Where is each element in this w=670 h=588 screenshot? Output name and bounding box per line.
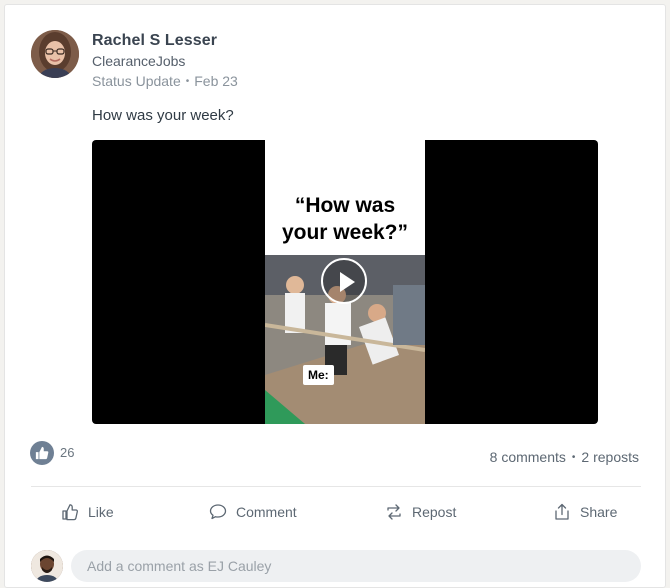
play-icon[interactable]	[321, 258, 367, 304]
video-caption: “How was your week?”	[265, 192, 425, 247]
share-button-label: Share	[580, 504, 618, 520]
share-button[interactable]: Share	[553, 499, 617, 525]
author-name[interactable]: Rachel S Lesser	[92, 32, 217, 50]
like-count: 26	[60, 445, 75, 460]
share-upload-icon	[555, 503, 569, 520]
post-text: How was your week?	[92, 107, 234, 124]
speech-bubble-icon	[209, 504, 227, 520]
repost-button-label: Repost	[412, 504, 457, 520]
post-actions-bar: Like Comment Repost Share	[5, 499, 667, 525]
repost-arrows-icon	[387, 504, 401, 520]
comment-button-label: Comment	[236, 504, 297, 520]
thumbs-up-outline-icon	[62, 504, 78, 521]
post-type: Status Update	[92, 73, 181, 89]
video-overlay-label: Me:	[303, 365, 334, 385]
current-user-avatar	[31, 550, 63, 582]
like-button-label: Like	[88, 504, 114, 520]
author-organization[interactable]: ClearanceJobs	[92, 53, 185, 69]
reposts-count-link[interactable]: 2 reposts	[581, 449, 639, 465]
comments-count-link[interactable]: 8 comments	[490, 449, 566, 465]
post-date: Feb 23	[194, 73, 238, 89]
engagement-stats: 8 comments • 2 reposts	[490, 449, 639, 465]
separator-dot: •	[571, 452, 576, 463]
video-caption-line2: your week?”	[281, 221, 409, 245]
video-player[interactable]: “How was your week?” Me:	[92, 140, 598, 424]
comment-input[interactable]	[71, 550, 641, 582]
post-meta: Status Update • Feb 23	[92, 73, 238, 89]
video-caption-line1: “How was	[294, 194, 396, 217]
divider	[31, 486, 641, 487]
post-card: Rachel S Lesser ClearanceJobs Status Upd…	[4, 4, 666, 588]
author-avatar[interactable]	[31, 30, 79, 78]
separator-dot: •	[185, 76, 190, 87]
comment-button[interactable]: Comment	[209, 499, 297, 525]
thumbs-up-icon	[30, 441, 54, 465]
like-button[interactable]: Like	[61, 499, 114, 525]
repost-button[interactable]: Repost	[385, 499, 456, 525]
